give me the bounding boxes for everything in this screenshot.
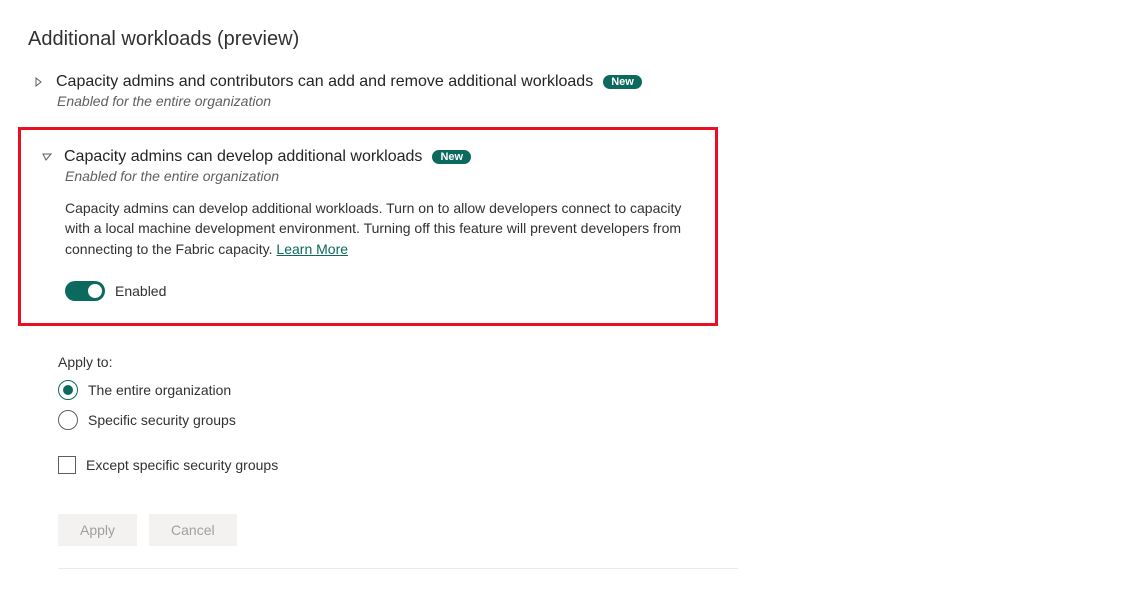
cancel-button[interactable]: Cancel — [149, 514, 237, 546]
checkbox-icon — [58, 456, 76, 474]
setting-item-expanded: Capacity admins can develop additional w… — [18, 127, 718, 326]
divider — [58, 568, 738, 569]
setting-header-row[interactable]: Capacity admins can develop additional w… — [40, 148, 693, 166]
setting-title: Capacity admins can develop additional w… — [64, 148, 422, 166]
description-text: Capacity admins can develop additional w… — [65, 200, 681, 257]
toggle-label: Enabled — [115, 283, 166, 299]
apply-to-section: Apply to: The entire organization Specif… — [58, 354, 1116, 569]
radio-icon-unselected — [58, 410, 78, 430]
setting-status: Enabled for the entire organization — [57, 93, 1116, 109]
caret-right-icon — [32, 75, 46, 89]
apply-to-label: Apply to: — [58, 354, 1116, 370]
radio-specific-groups[interactable]: Specific security groups — [58, 410, 1116, 430]
learn-more-link[interactable]: Learn More — [276, 241, 348, 257]
setting-description: Capacity admins can develop additional w… — [65, 198, 685, 259]
setting-item-collapsed[interactable]: Capacity admins and contributors can add… — [28, 73, 1116, 109]
apply-button[interactable]: Apply — [58, 514, 137, 546]
new-badge: New — [432, 150, 471, 164]
new-badge: New — [603, 75, 642, 89]
checkbox-label: Except specific security groups — [86, 457, 278, 473]
section-title: Additional workloads (preview) — [28, 28, 1116, 51]
radio-entire-organization[interactable]: The entire organization — [58, 380, 1116, 400]
enabled-toggle[interactable] — [65, 281, 105, 301]
radio-label: Specific security groups — [88, 412, 236, 428]
setting-title: Capacity admins and contributors can add… — [56, 73, 593, 91]
radio-label: The entire organization — [88, 382, 231, 398]
radio-icon-selected — [58, 380, 78, 400]
setting-status: Enabled for the entire organization — [65, 168, 693, 184]
except-checkbox-row[interactable]: Except specific security groups — [58, 456, 1116, 474]
caret-down-icon — [40, 150, 54, 164]
